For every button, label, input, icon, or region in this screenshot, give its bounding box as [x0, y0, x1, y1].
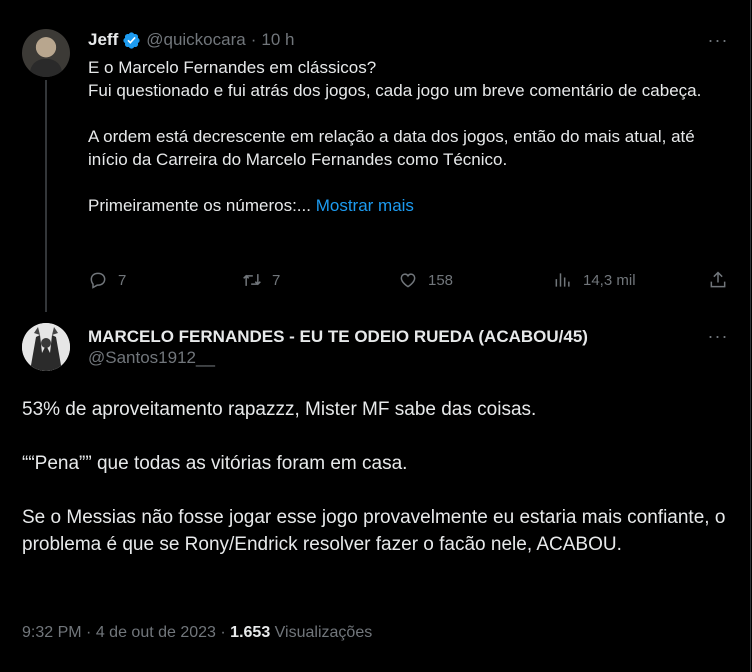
- view-count: 1.653: [230, 624, 271, 641]
- retweet-button[interactable]: 7: [242, 270, 280, 290]
- share-icon: [710, 271, 726, 288]
- verified-badge-icon: [123, 31, 140, 49]
- views-icon: [555, 273, 570, 287]
- tweet-time[interactable]: 9:32 PM: [22, 624, 82, 641]
- author-name[interactable]: Jeff: [88, 30, 118, 50]
- avatar-image: [22, 323, 70, 371]
- tweet-header: MARCELO FERNANDES - EU TE ODEIO RUEDA (A…: [88, 326, 588, 368]
- author-handle[interactable]: @quickocara: [146, 30, 245, 50]
- tweet-text: E o Marcelo Fernandes em clássicos? Fui …: [88, 56, 728, 217]
- views-label: Visualizações: [274, 624, 373, 641]
- tweet-header: Jeff @quickocara · 10 h: [88, 30, 294, 50]
- more-icon[interactable]: ···: [707, 327, 729, 351]
- author-name[interactable]: MARCELO FERNANDES - EU TE ODEIO RUEDA (A…: [88, 326, 588, 347]
- tweet-date[interactable]: 4 de out de 2023: [96, 624, 216, 641]
- view-count: 14,3 mil: [583, 271, 636, 289]
- views-button[interactable]: 14,3 mil: [553, 270, 636, 290]
- separator-dot: ·: [250, 30, 257, 49]
- retweet-icon: [243, 274, 261, 286]
- show-more-link[interactable]: Mostrar mais: [316, 196, 414, 215]
- reply-count: 7: [118, 271, 127, 289]
- reply-button[interactable]: 7: [88, 270, 126, 290]
- avatar[interactable]: [22, 323, 70, 371]
- like-count: 158: [428, 271, 454, 289]
- like-button[interactable]: 158: [398, 270, 453, 290]
- tweet-line: A ordem está decrescente em relação a da…: [88, 127, 695, 169]
- tweet-text: 53% de aproveitamento rapazzz, Mister MF…: [22, 396, 734, 558]
- tweet-paragraph: Se o Messias não fosse jogar esse jogo p…: [22, 507, 726, 555]
- more-icon[interactable]: ···: [707, 31, 729, 55]
- tweet-actions: 7 7 158 14,3 mil: [88, 270, 738, 296]
- separator-dot: ·: [220, 624, 226, 641]
- reply-icon: [90, 272, 106, 289]
- like-icon: [400, 273, 416, 288]
- tweet-meta: 9:32 PM · 4 de out de 2023 · 1.653 Visua…: [22, 624, 372, 642]
- tweet-line: Primeiramente os números:... Mostrar mai…: [88, 194, 728, 217]
- thread-connector: [45, 80, 47, 312]
- tweet-thread: Jeff @quickocara · 10 h ··· E o Marcelo …: [0, 0, 751, 672]
- tweet-time[interactable]: 10 h: [261, 30, 294, 50]
- tweet-line-text: Primeiramente os números:...: [88, 196, 311, 215]
- avatar[interactable]: [22, 29, 70, 77]
- tweet-paragraph: 53% de aproveitamento rapazzz, Mister MF…: [22, 399, 537, 420]
- tweet-paragraph: ““Pena”” que todas as vitórias foram em …: [22, 453, 408, 474]
- tweet-line: E o Marcelo Fernandes em clássicos?: [88, 58, 377, 77]
- author-handle[interactable]: @Santos1912__: [88, 347, 588, 368]
- separator-dot: ·: [86, 624, 92, 641]
- share-button[interactable]: [708, 270, 728, 290]
- tweet-line: Fui questionado e fui atrás dos jogos, c…: [88, 81, 702, 100]
- retweet-count: 7: [272, 271, 281, 289]
